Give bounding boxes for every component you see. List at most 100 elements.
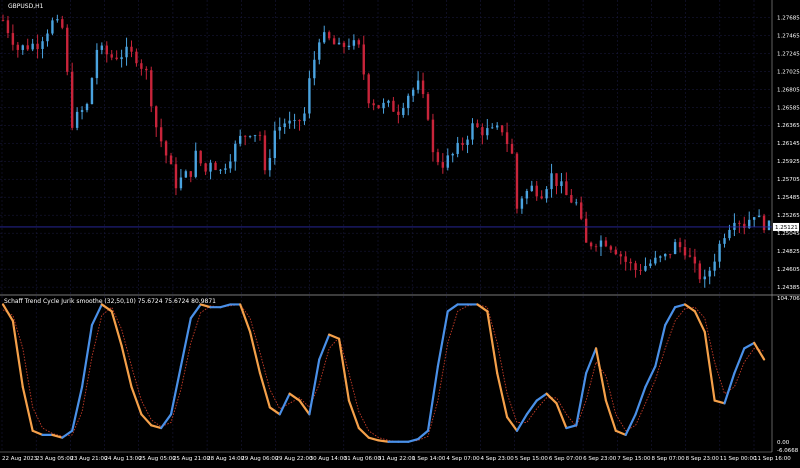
candle-body — [654, 257, 657, 264]
stc-line-segment — [624, 413, 637, 436]
time-tick-label: 25 Aug 05:00 — [139, 456, 177, 462]
chart-canvas[interactable]: 1.27685 1.27465 1.27245 1.27025 1.26805 1.265… — [0, 0, 800, 464]
stc-line-segment — [318, 333, 331, 361]
stc-line-segment — [377, 439, 390, 443]
candle-body — [75, 111, 79, 128]
candle-body — [762, 215, 766, 231]
time-tick-label: 6 Sep 23:00 — [583, 456, 617, 462]
candle-body — [377, 105, 380, 109]
stc-line-segment — [496, 372, 509, 419]
candle-body — [248, 136, 252, 137]
price-tick-label: 1.24605 — [777, 267, 800, 273]
candle-body — [347, 45, 351, 47]
stc-line-segment — [219, 303, 232, 309]
candle-body — [318, 42, 321, 60]
candle-body — [61, 19, 64, 28]
candle-body — [387, 100, 390, 103]
candle-body — [580, 202, 583, 219]
candle-body — [392, 100, 395, 112]
candle-body — [431, 119, 435, 153]
candle-body — [337, 42, 341, 45]
candle-body — [150, 70, 153, 107]
candle-body — [713, 261, 716, 271]
candle-body — [545, 189, 548, 199]
stc-line-segment — [248, 330, 262, 375]
candle-body — [80, 110, 84, 112]
candle-body — [649, 263, 652, 266]
stc-line-segment — [446, 303, 459, 313]
candle-body — [560, 181, 563, 187]
candle-body — [219, 169, 222, 171]
candle-body — [614, 249, 617, 255]
stc-line-segment — [21, 385, 34, 432]
candle-body — [575, 202, 578, 204]
candle-body — [352, 40, 356, 46]
stc-line-segment — [555, 402, 568, 430]
candle-body — [229, 161, 232, 169]
stc-line-segment — [535, 392, 548, 402]
candle-body — [738, 222, 741, 224]
candle-body — [323, 32, 326, 43]
time-tick-label: 28 Aug 14:00 — [207, 456, 245, 462]
candle-body — [476, 123, 479, 128]
stc-line-segment — [545, 392, 558, 405]
candle-body — [446, 155, 449, 168]
candle-body — [332, 38, 336, 45]
candle-body — [668, 253, 672, 255]
candle-body — [263, 135, 267, 171]
candle-body — [95, 49, 99, 79]
candle-body — [673, 242, 677, 254]
candle-body — [1, 20, 5, 21]
candle-body — [402, 108, 405, 115]
candle-body — [327, 32, 331, 39]
candle-body — [693, 256, 697, 264]
time-tick-label: 5 Sep 15:00 — [515, 456, 549, 462]
time-tick-label: 25 Aug 21:00 — [173, 456, 211, 462]
candle-body — [466, 139, 469, 145]
candle-body — [243, 135, 247, 137]
candle-body — [6, 20, 10, 34]
candle-body — [411, 89, 415, 96]
stc-line-segment — [288, 392, 301, 402]
stc-line-segment — [179, 317, 192, 368]
candle-body — [239, 135, 242, 144]
price-tick-label: 1.25045 — [777, 231, 800, 237]
time-tick-label: 24 Aug 13:00 — [105, 456, 143, 462]
price-tick-label: 1.27025 — [777, 69, 800, 75]
candle-body — [550, 173, 553, 190]
stc-line-segment — [436, 310, 449, 368]
time-tick-label: 1 Sep 14:00 — [412, 456, 446, 462]
time-tick-label: 29 Aug 06:00 — [241, 456, 279, 462]
candle-body — [510, 144, 514, 154]
candle-body — [609, 246, 613, 250]
current-price-label: 1.25121 — [775, 225, 798, 231]
candle-body — [639, 270, 642, 271]
candle-body — [308, 78, 311, 114]
candle-body — [634, 263, 637, 271]
price-tick-label: 1.26145 — [777, 141, 800, 147]
stc-line-segment — [61, 429, 74, 439]
candle-body — [733, 222, 736, 230]
stc-line-segment — [486, 310, 499, 375]
candle-body — [461, 142, 464, 145]
candle-body — [278, 127, 281, 131]
candle-body — [120, 57, 123, 60]
candle-body — [199, 150, 202, 164]
candle-body — [273, 130, 277, 159]
price-tick-label: 1.26585 — [777, 105, 800, 111]
time-tick-label: 4 Sep 07:00 — [446, 456, 480, 462]
candle-body — [258, 135, 262, 136]
candle-body — [723, 238, 726, 244]
candle-body — [644, 265, 647, 271]
time-tick-label: 23 Aug 21:00 — [70, 456, 108, 462]
candle-body — [624, 256, 627, 262]
candle-body — [130, 46, 133, 52]
candle-body — [397, 111, 400, 115]
candle-body — [56, 19, 59, 21]
candle-body — [125, 46, 128, 58]
candle-body — [46, 33, 49, 42]
candle-body — [659, 256, 662, 258]
stc-signal-line — [2, 304, 765, 443]
candle-body — [293, 120, 296, 121]
candle-body — [757, 215, 761, 218]
